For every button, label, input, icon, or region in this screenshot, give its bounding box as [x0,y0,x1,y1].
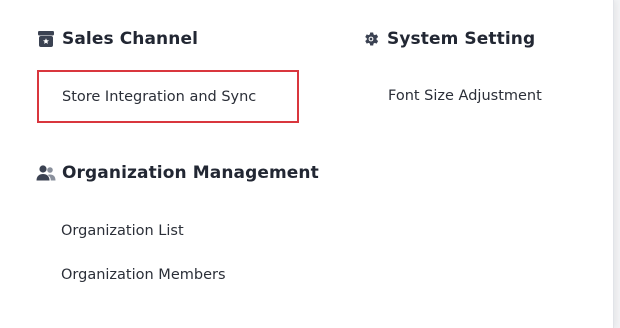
system-setting-header: System Setting [361,27,535,51]
organization-management-title: Organization Management [62,163,319,183]
sales-channel-header: Sales Channel [36,27,198,51]
sales-channel-section: Sales Channel [36,27,198,51]
font-size-adjustment-label: Font Size Adjustment [388,88,542,104]
organization-list-label: Organization List [61,223,184,239]
system-setting-section: System Setting [361,27,535,51]
organization-members-item[interactable]: Organization Members [61,267,226,283]
store-integration-and-sync-label: Store Integration and Sync [62,89,257,105]
organization-list-item[interactable]: Organization List [61,223,184,239]
users-icon [36,163,56,183]
store-icon [36,29,56,49]
organization-members-label: Organization Members [61,267,226,283]
store-integration-and-sync-item[interactable]: Store Integration and Sync [37,70,299,123]
font-size-adjustment-item[interactable]: Font Size Adjustment [388,88,542,104]
gear-icon [361,29,381,49]
sales-channel-title: Sales Channel [62,29,199,49]
organization-management-header: Organization Management [36,161,319,185]
dropdown-menu-panel: Sales Channel Store Integration and Sync… [0,0,614,328]
organization-management-section: Organization Management [36,161,319,185]
system-setting-title: System Setting [387,29,536,49]
